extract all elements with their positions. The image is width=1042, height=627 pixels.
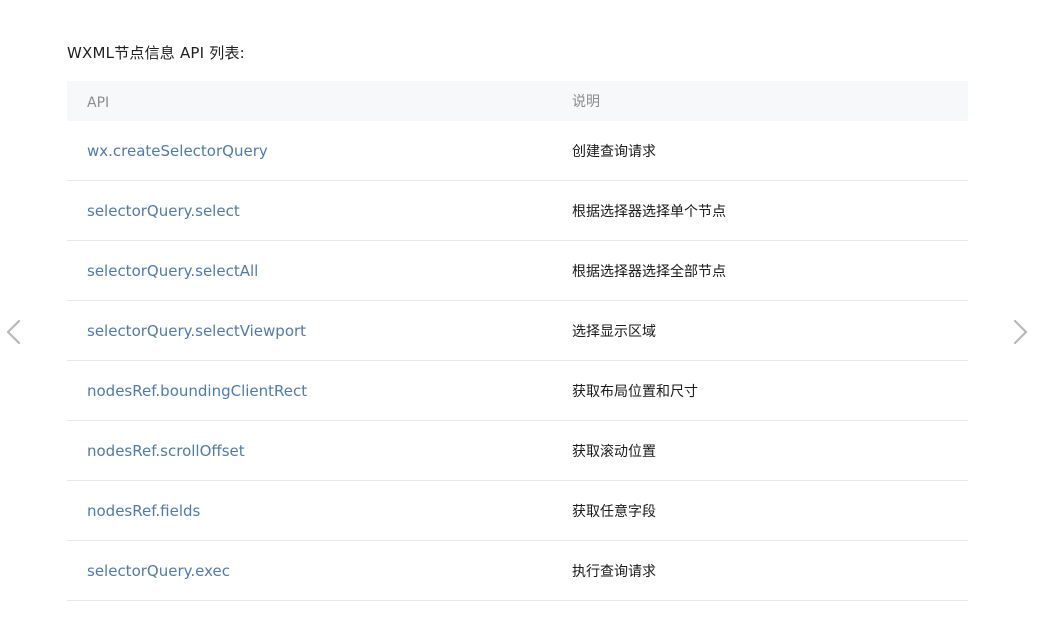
api-cell: nodesRef.boundingClientRect <box>67 381 572 400</box>
api-description: 选择显示区域 <box>572 323 656 340</box>
api-description: 根据选择器选择全部节点 <box>572 263 726 280</box>
table-row: nodesRef.scrollOffset 获取滚动位置 <box>67 421 968 481</box>
section-title: WXML节点信息 API 列表: <box>67 44 245 62</box>
description-cell: 获取滚动位置 <box>572 441 968 461</box>
api-link[interactable]: nodesRef.scrollOffset <box>87 442 245 460</box>
chevron-right-icon <box>1013 319 1028 345</box>
api-link[interactable]: nodesRef.fields <box>87 502 200 520</box>
page: WXML节点信息 API 列表: API 说明 wx.createSelecto… <box>0 0 1042 627</box>
table-row: selectorQuery.selectAll 根据选择器选择全部节点 <box>67 241 968 301</box>
api-cell: selectorQuery.select <box>67 201 572 220</box>
table-row: selectorQuery.select 根据选择器选择单个节点 <box>67 181 968 241</box>
api-cell: nodesRef.fields <box>67 501 572 520</box>
header-cell-description: 说明 <box>572 91 968 111</box>
api-link[interactable]: selectorQuery.select <box>87 202 240 220</box>
table-row: nodesRef.boundingClientRect 获取布局位置和尺寸 <box>67 361 968 421</box>
api-cell: selectorQuery.selectViewport <box>67 321 572 340</box>
api-link[interactable]: selectorQuery.selectAll <box>87 262 258 280</box>
next-page-button[interactable] <box>1009 318 1033 346</box>
api-description: 创建查询请求 <box>572 143 656 160</box>
api-link[interactable]: selectorQuery.exec <box>87 562 230 580</box>
api-description: 获取滚动位置 <box>572 443 656 460</box>
table-row: selectorQuery.selectViewport 选择显示区域 <box>67 301 968 361</box>
api-link[interactable]: wx.createSelectorQuery <box>87 142 268 160</box>
description-cell: 根据选择器选择单个节点 <box>572 201 968 221</box>
description-cell: 获取布局位置和尺寸 <box>572 381 968 401</box>
description-cell: 选择显示区域 <box>572 321 968 341</box>
table-row: selectorQuery.exec 执行查询请求 <box>67 541 968 601</box>
table-row: nodesRef.fields 获取任意字段 <box>67 481 968 541</box>
description-cell: 根据选择器选择全部节点 <box>572 261 968 281</box>
api-cell: selectorQuery.exec <box>67 561 572 580</box>
api-description: 获取任意字段 <box>572 503 656 520</box>
api-table: API 说明 wx.createSelectorQuery 创建查询请求 sel… <box>67 81 968 601</box>
api-description: 根据选择器选择单个节点 <box>572 203 726 220</box>
description-cell: 创建查询请求 <box>572 141 968 161</box>
api-cell: wx.createSelectorQuery <box>67 141 572 160</box>
api-cell: nodesRef.scrollOffset <box>67 441 572 460</box>
prev-page-button[interactable] <box>1 318 25 346</box>
header-label-api: API <box>87 94 110 111</box>
description-cell: 执行查询请求 <box>572 561 968 581</box>
description-cell: 获取任意字段 <box>572 501 968 521</box>
api-description: 获取布局位置和尺寸 <box>572 383 698 400</box>
api-description: 执行查询请求 <box>572 563 656 580</box>
api-link[interactable]: nodesRef.boundingClientRect <box>87 382 307 400</box>
header-label-description: 说明 <box>572 94 600 110</box>
table-header: API 说明 <box>67 81 968 121</box>
api-link[interactable]: selectorQuery.selectViewport <box>87 322 306 340</box>
chevron-left-icon <box>6 319 21 345</box>
table-row: wx.createSelectorQuery 创建查询请求 <box>67 121 968 181</box>
header-cell-api: API <box>67 92 572 111</box>
api-cell: selectorQuery.selectAll <box>67 261 572 280</box>
